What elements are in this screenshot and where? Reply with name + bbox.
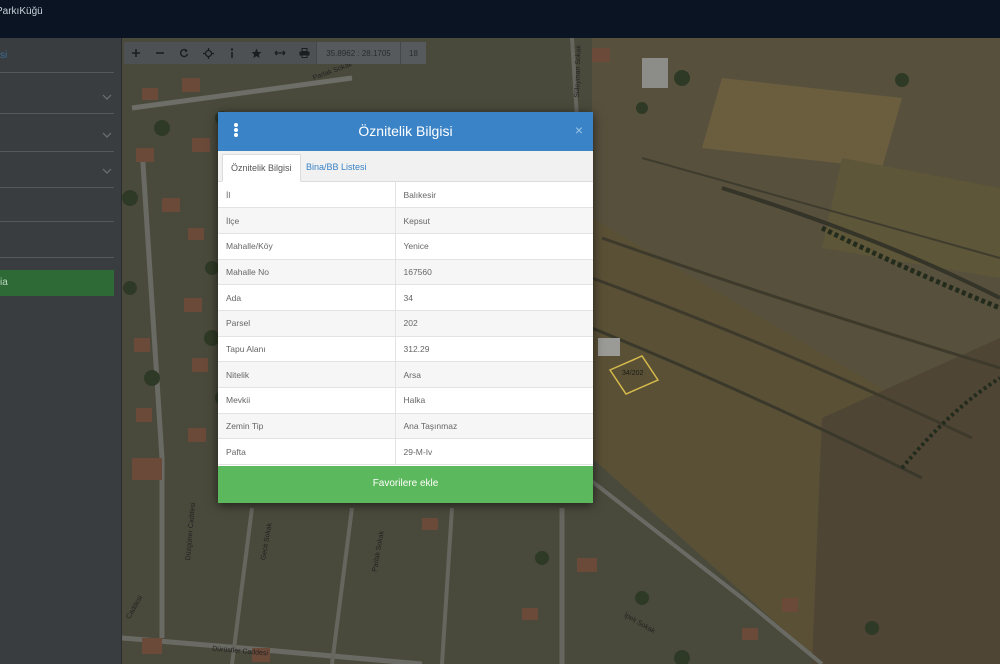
attribute-key: Mahalle No (218, 259, 396, 286)
attribute-value: 34 (395, 284, 593, 311)
attribute-key: Pafta (218, 438, 396, 466)
top-navbar: ParkıKüğü (0, 0, 1000, 38)
parcel-label: 34/202 (622, 370, 644, 377)
attribute-key: Nitelik (218, 361, 396, 388)
chevron-down-icon (102, 168, 112, 174)
attribute-key: Mevkii (218, 387, 396, 414)
block-input[interactable] (0, 194, 114, 222)
add-to-favorites-button[interactable]: Favorilere ekle (218, 466, 593, 503)
measure-icon[interactable] (268, 42, 292, 64)
neighborhood-select[interactable] (0, 158, 114, 188)
chevron-down-icon (102, 94, 112, 100)
table-row: Mahalle No 167560 (218, 259, 593, 286)
attribute-value: 167560 (395, 259, 593, 286)
map-toolbar: 35.8962 : 28.1705 18 (124, 42, 426, 64)
attribute-value: 312.29 (395, 336, 593, 363)
zoom-level-readout: 18 (400, 42, 426, 64)
minus-icon[interactable] (148, 42, 172, 64)
table-row: Tapu Alanı 312.29 (218, 336, 593, 363)
chevron-down-icon (102, 132, 112, 138)
attribute-value: Arsa (395, 361, 593, 388)
table-row: İlçe Kepsut (218, 207, 593, 234)
province-select[interactable] (0, 84, 114, 114)
attribute-key: Zemin Tip (218, 413, 396, 440)
attribute-value: Ana Taşınmaz (395, 413, 593, 440)
attribute-value: Halka (395, 387, 593, 414)
table-row: Mevkii Halka (218, 387, 593, 414)
table-row: Zemin Tip Ana Taşınmaz (218, 413, 593, 440)
attribute-key: Parsel (218, 310, 396, 337)
parcel-input[interactable] (0, 230, 114, 258)
attribute-key: İlçe (218, 207, 396, 234)
close-icon[interactable]: × (575, 122, 583, 138)
tab-attribute-info[interactable]: Öznitelik Bilgisi (222, 154, 301, 182)
modal-title: Öznitelik Bilgisi (358, 123, 453, 139)
table-row: Nitelik Arsa (218, 361, 593, 388)
district-select[interactable] (0, 122, 114, 152)
modal-tabs: Öznitelik Bilgisi Bina/BB Listesi (218, 151, 593, 182)
star-icon[interactable] (244, 42, 268, 64)
attribute-table: İl Balıkesir İlçe Kepsut Mahalle/Köy Yenice… (218, 182, 593, 466)
attribute-key: İl (218, 182, 396, 209)
attribute-key: Ada (218, 284, 396, 311)
attribute-value: 202 (395, 310, 593, 337)
table-row: Mahalle/Köy Yenice (218, 233, 593, 260)
query-button[interactable]: ia (0, 270, 114, 296)
attribute-key: Tapu Alanı (218, 336, 396, 363)
locate-icon[interactable] (196, 42, 220, 64)
attribute-key: Mahalle/Köy (218, 233, 396, 260)
tab-building-list[interactable]: Bina/BB Listesi (298, 154, 375, 182)
sidebar-divider (0, 72, 114, 73)
attribute-info-modal: Öznitelik Bilgisi × Öznitelik Bilgisi Bi… (218, 112, 593, 503)
print-icon[interactable] (292, 42, 316, 64)
attribute-value: 29-M-Iv (395, 438, 593, 466)
left-sidebar: si ia (0, 38, 122, 664)
app-brand[interactable]: ParkıKüğü (0, 6, 43, 17)
attribute-value: Yenice (395, 233, 593, 260)
info-icon[interactable] (220, 42, 244, 64)
plus-icon[interactable] (124, 42, 148, 64)
table-row: İl Balıkesir (218, 182, 593, 209)
attribute-value: Kepsut (395, 207, 593, 234)
sidebar-link[interactable]: si (0, 50, 7, 61)
attribute-value: Balıkesir (395, 182, 593, 209)
table-row: Ada 34 (218, 284, 593, 311)
refresh-icon[interactable] (172, 42, 196, 64)
coordinate-readout: 35.8962 : 28.1705 (316, 42, 400, 64)
modal-header: Öznitelik Bilgisi × (218, 112, 593, 151)
table-row: Parsel 202 (218, 310, 593, 337)
table-row: Pafta 29-M-Iv (218, 438, 593, 466)
